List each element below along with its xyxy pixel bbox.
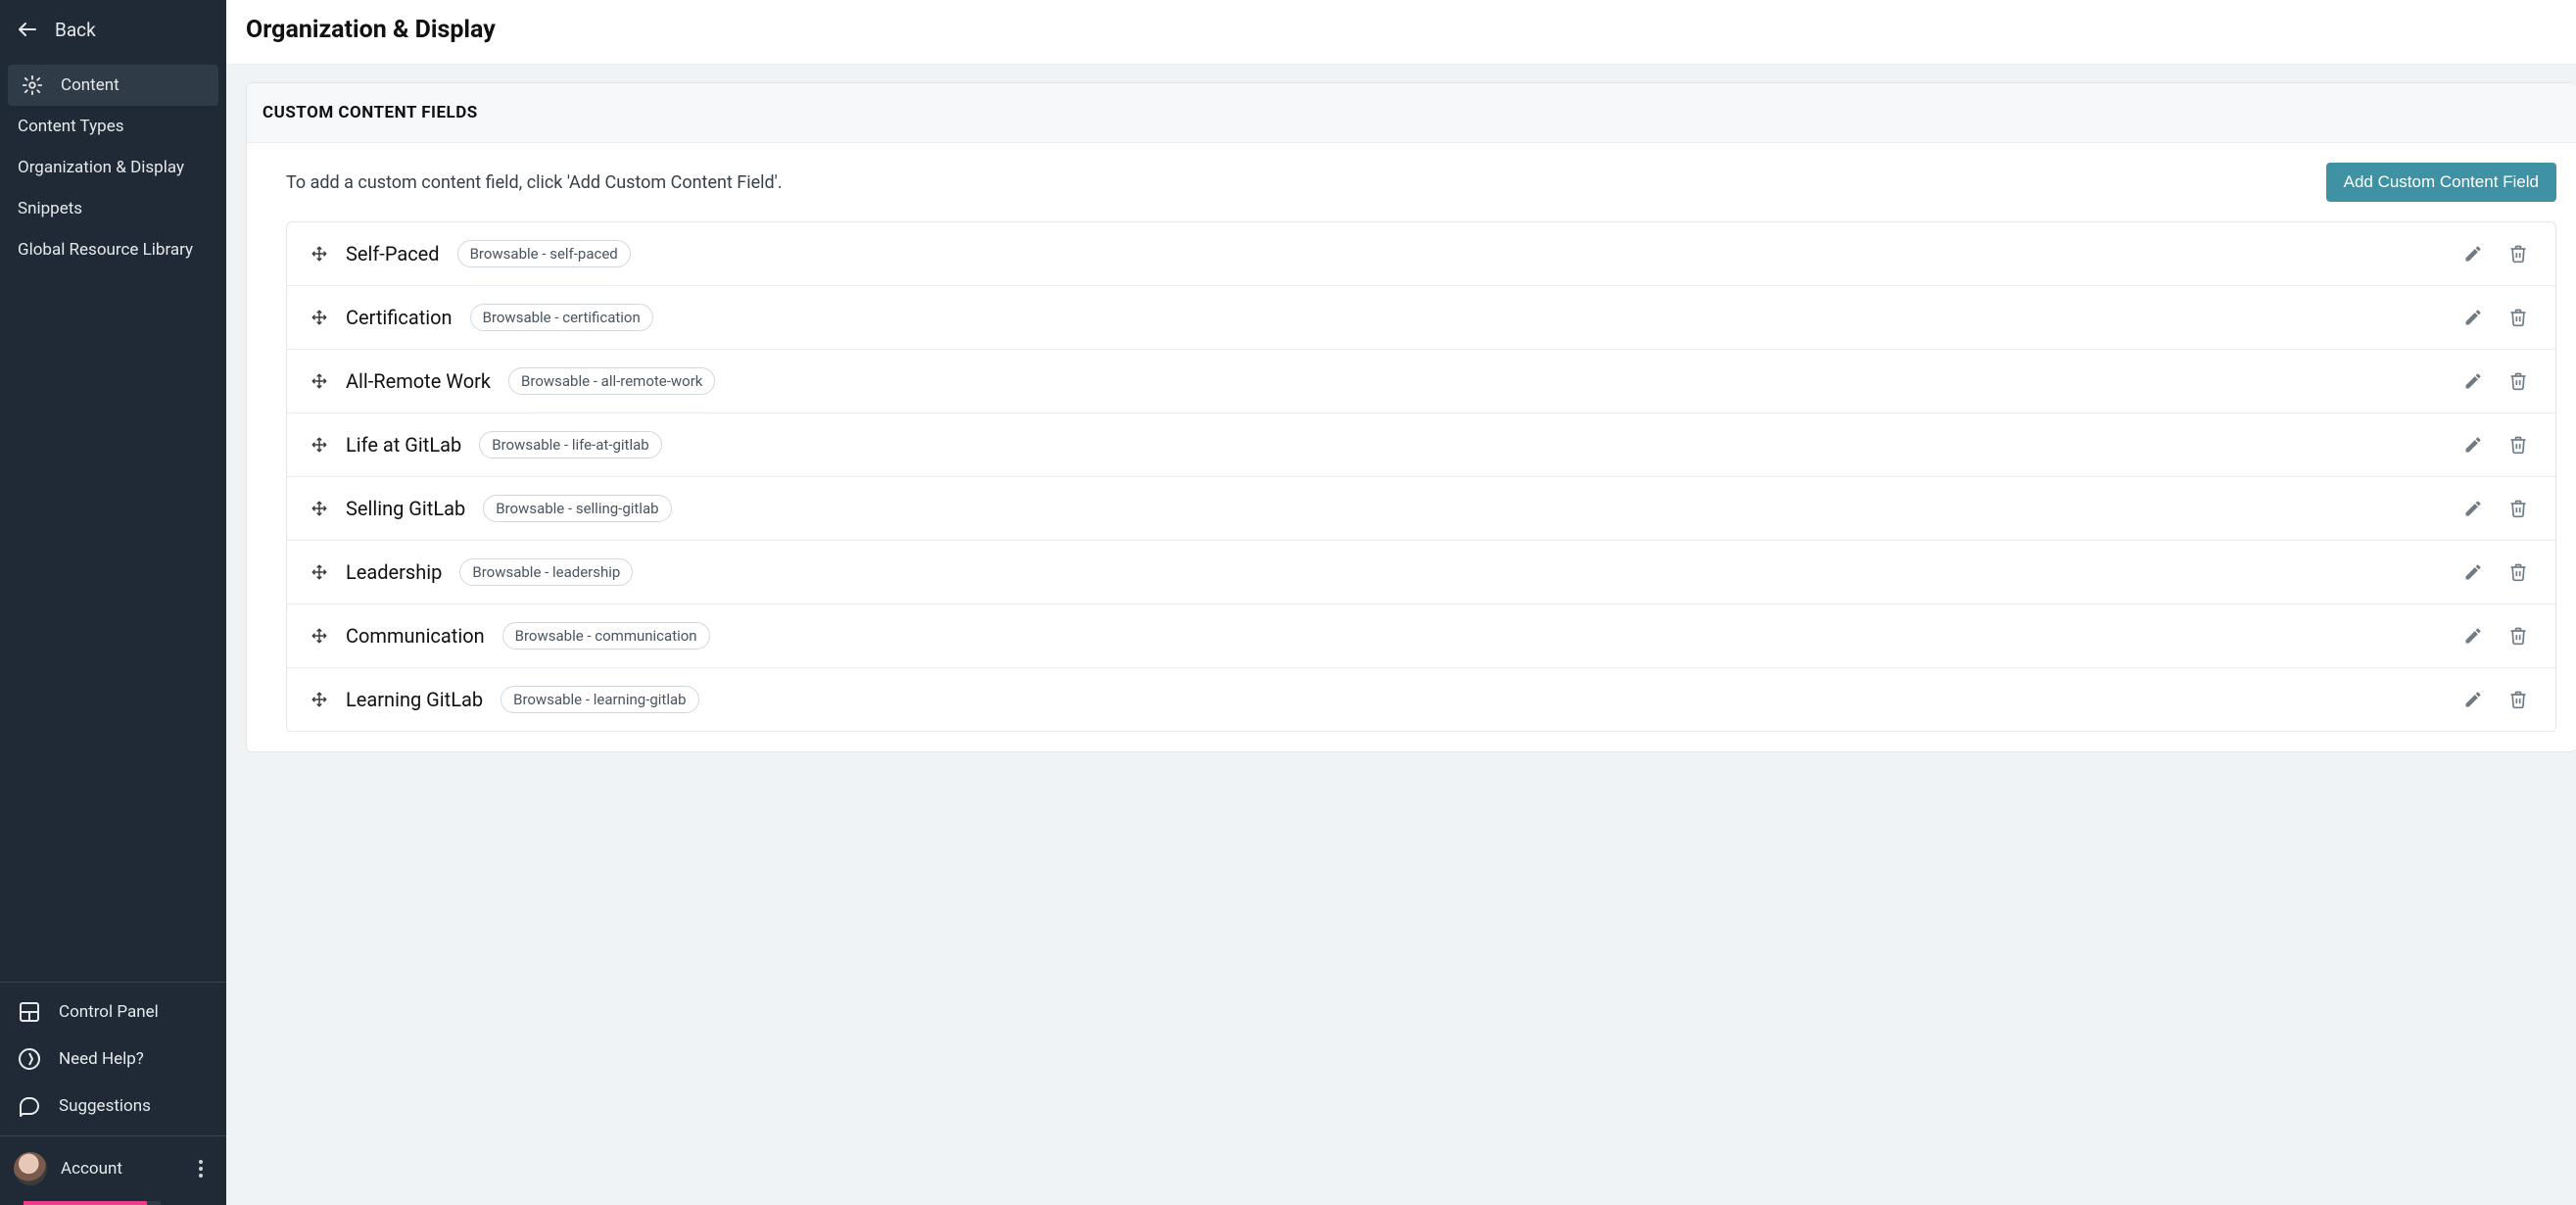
- sidebar-item-label: Organization & Display: [18, 158, 184, 177]
- edit-button[interactable]: [2459, 431, 2487, 458]
- delete-button[interactable]: [2504, 304, 2532, 331]
- field-row: Certification Browsable - certification: [287, 286, 2555, 350]
- sidebar-item-content[interactable]: Content: [8, 65, 218, 106]
- delete-button[interactable]: [2504, 495, 2532, 522]
- main: Organization & Display CUSTOM CONTENT FI…: [226, 0, 2576, 1205]
- back-button[interactable]: Back: [0, 0, 226, 65]
- edit-button[interactable]: [2459, 686, 2487, 713]
- field-row: Leadership Browsable - leadership: [287, 541, 2555, 604]
- drag-handle-icon[interactable]: [310, 309, 328, 326]
- field-row: Life at GitLab Browsable - life-at-gitla…: [287, 413, 2555, 477]
- drag-handle-icon[interactable]: [310, 563, 328, 581]
- add-custom-content-field-button[interactable]: Add Custom Content Field: [2326, 163, 2556, 202]
- field-list: Self-Paced Browsable - self-paced Certif…: [286, 221, 2556, 732]
- field-name: All-Remote Work: [346, 369, 491, 393]
- delete-button[interactable]: [2504, 367, 2532, 395]
- avatar: [14, 1152, 47, 1185]
- sidebar-item-label: Snippets: [18, 199, 82, 218]
- chat-icon: [18, 1094, 41, 1118]
- back-label: Back: [55, 19, 96, 41]
- delete-button[interactable]: [2504, 686, 2532, 713]
- custom-content-fields-panel: CUSTOM CONTENT FIELDS To add a custom co…: [246, 82, 2576, 752]
- sidebar: Back Content Content Types Organization …: [0, 0, 226, 1205]
- field-badge: Browsable - all-remote-work: [508, 367, 715, 395]
- drag-handle-icon[interactable]: [310, 627, 328, 645]
- edit-button[interactable]: [2459, 367, 2487, 395]
- sidebar-item-label: Global Resource Library: [18, 240, 193, 260]
- page-title: Organization & Display: [246, 16, 2556, 44]
- panel-icon: [18, 1000, 41, 1024]
- sidebar-item-snippets[interactable]: Snippets: [8, 188, 218, 229]
- field-name: Communication: [346, 624, 485, 648]
- sidebar-item-label: Suggestions: [59, 1096, 151, 1116]
- help-icon: [18, 1047, 41, 1071]
- helper-text: To add a custom content field, click 'Ad…: [286, 172, 783, 193]
- arrow-left-icon: [16, 18, 39, 41]
- field-badge: Browsable - communication: [502, 622, 710, 650]
- drag-handle-icon[interactable]: [310, 436, 328, 454]
- field-badge: Browsable - self-paced: [457, 240, 631, 267]
- edit-button[interactable]: [2459, 304, 2487, 331]
- sidebar-item-need-help[interactable]: Need Help?: [8, 1036, 218, 1083]
- field-name: Certification: [346, 306, 453, 329]
- gear-icon: [22, 74, 43, 96]
- drag-handle-icon[interactable]: [310, 500, 328, 517]
- field-row: All-Remote Work Browsable - all-remote-w…: [287, 350, 2555, 413]
- sidebar-item-suggestions[interactable]: Suggestions: [8, 1083, 218, 1130]
- drag-handle-icon[interactable]: [310, 691, 328, 708]
- field-badge: Browsable - learning-gitlab: [501, 686, 698, 713]
- account-label[interactable]: Account: [61, 1159, 175, 1179]
- field-name: Life at GitLab: [346, 433, 461, 457]
- edit-button[interactable]: [2459, 558, 2487, 586]
- field-row: Communication Browsable - communication: [287, 604, 2555, 668]
- sidebar-item-organization-display[interactable]: Organization & Display: [8, 147, 218, 188]
- account-menu-button[interactable]: [189, 1157, 213, 1181]
- account-area: Account: [0, 1135, 226, 1201]
- page-header: Organization & Display: [226, 0, 2576, 65]
- delete-button[interactable]: [2504, 240, 2532, 267]
- field-name: Selling GitLab: [346, 497, 465, 520]
- sidebar-item-global-resource-library[interactable]: Global Resource Library: [8, 229, 218, 270]
- sidebar-item-label: Control Panel: [59, 1002, 159, 1022]
- drag-handle-icon[interactable]: [310, 372, 328, 390]
- field-row: Self-Paced Browsable - self-paced: [287, 222, 2555, 286]
- delete-button[interactable]: [2504, 622, 2532, 650]
- field-row: Learning GitLab Browsable - learning-git…: [287, 668, 2555, 732]
- sidebar-item-label: Need Help?: [59, 1049, 144, 1069]
- field-name: Self-Paced: [346, 242, 440, 265]
- section-title: CUSTOM CONTENT FIELDS: [247, 83, 2576, 143]
- field-badge: Browsable - leadership: [459, 558, 633, 586]
- edit-button[interactable]: [2459, 622, 2487, 650]
- field-name: Learning GitLab: [346, 688, 483, 711]
- field-name: Leadership: [346, 560, 442, 584]
- edit-button[interactable]: [2459, 240, 2487, 267]
- edit-button[interactable]: [2459, 495, 2487, 522]
- field-badge: Browsable - life-at-gitlab: [479, 431, 661, 458]
- sidebar-item-content-types[interactable]: Content Types: [8, 106, 218, 147]
- sidebar-item-control-panel[interactable]: Control Panel: [8, 988, 218, 1036]
- sidebar-item-label: Content: [61, 75, 119, 95]
- field-badge: Browsable - certification: [470, 304, 653, 331]
- delete-button[interactable]: [2504, 431, 2532, 458]
- progress-bar: [24, 1201, 161, 1205]
- delete-button[interactable]: [2504, 558, 2532, 586]
- sidebar-item-label: Content Types: [18, 117, 123, 136]
- drag-handle-icon[interactable]: [310, 245, 328, 263]
- field-badge: Browsable - selling-gitlab: [483, 495, 671, 522]
- field-row: Selling GitLab Browsable - selling-gitla…: [287, 477, 2555, 541]
